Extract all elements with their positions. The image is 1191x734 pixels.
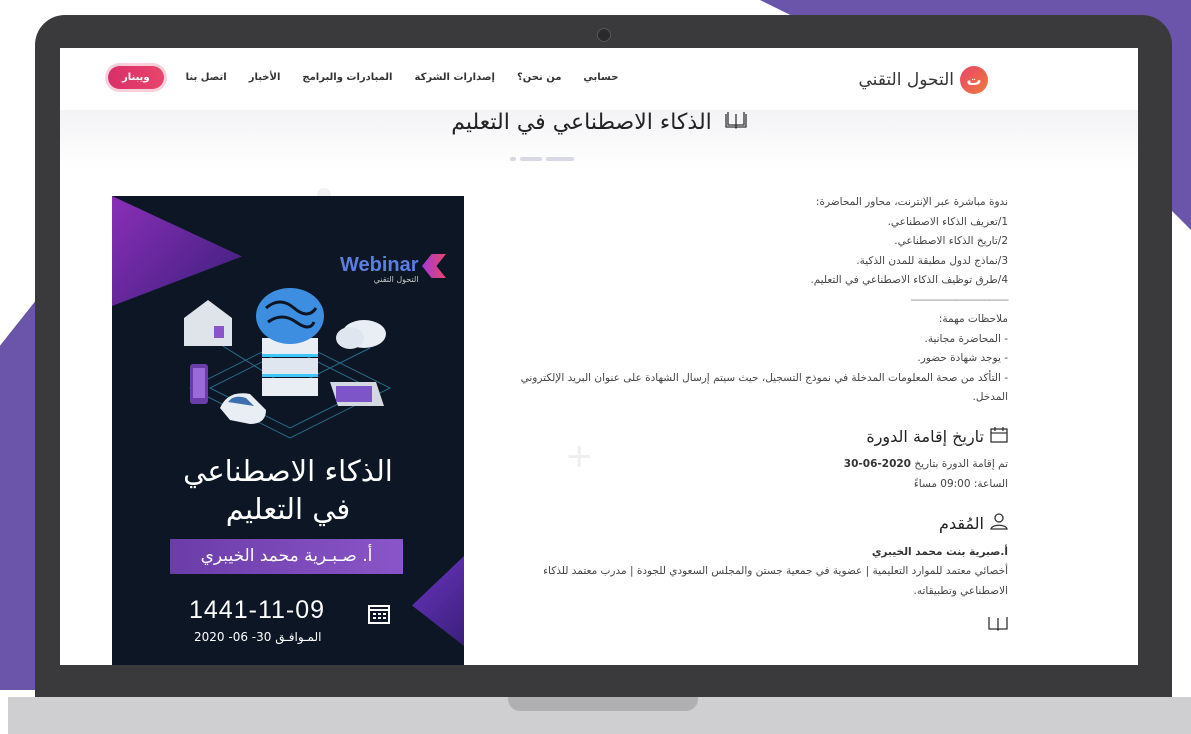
nav-link-publications[interactable]: إصدارات الشركة <box>415 72 495 83</box>
site-logo[interactable]: ت التحول التقني <box>859 66 988 94</box>
notes-item: - التأكد من صحة المعلومات المدخلة في نمو… <box>520 371 1008 404</box>
browser-screen: ويبنار اتصل بنا الأخبار المبادرات والبرا… <box>60 48 1138 665</box>
divider-dashes: ----------------------------------- <box>910 293 1009 306</box>
schedule-date-value: 2020-06-30 <box>843 458 911 470</box>
user-icon <box>990 512 1008 535</box>
notes-item: - يوجد شهادة حضور. <box>917 352 1008 364</box>
title-underline <box>510 157 574 161</box>
schedule-date-prefix: تم إقامة الدورة بتاريخ <box>914 458 1008 470</box>
logo-mark-icon: ت <box>960 66 988 94</box>
poster-hijri-date: 1441-11-09 <box>189 596 326 624</box>
book-icon <box>725 110 747 134</box>
calendar-icon <box>368 604 390 628</box>
presenter-bio: أخصائي معتمد للموارد التعليمية | عضوية ف… <box>543 565 1008 597</box>
webinar-arrow-icon <box>422 254 446 278</box>
description-line: 2/تاريخ الذكاء الاصطناعي. <box>894 235 1008 247</box>
nav-link-initiatives[interactable]: المبادرات والبرامج <box>302 72 392 83</box>
poster-triangle-decor <box>412 556 464 646</box>
book-icon <box>500 615 1008 636</box>
description-line: ندوة مباشرة عبر الإنترنت، محاور المحاضرة… <box>815 196 1008 208</box>
notes-item: - المحاضرة مجانية. <box>924 332 1009 345</box>
page-title: الذكاء الاصطناعي في التعليم <box>60 110 1138 135</box>
presenter-name: أ.صبرية بنت محمد الخيبري <box>871 545 1008 558</box>
nav-link-news[interactable]: الأخبار <box>249 72 281 83</box>
laptop-base-notch <box>508 697 698 711</box>
webinar-badge-word: Webinar <box>340 254 419 276</box>
description-line: 1/تعريف الذكاء الاصطناعي. <box>887 215 1008 228</box>
poster-title-line2: في التعليم <box>225 492 351 526</box>
poster-presenter: أ. صـبـرية محمد الخيبري <box>170 539 403 574</box>
ai-education-illustration <box>184 288 392 439</box>
poster-title-line1: الذكاء الاصطناعي <box>183 454 393 488</box>
nav-link-contact[interactable]: اتصل بنا <box>186 72 227 83</box>
schedule-time: الساعة: 09:00 مساءً <box>913 477 1008 490</box>
presenter-heading: المُقدم <box>500 512 1008 535</box>
webinar-poster: Webinar التحول التقني الذكاء الاصطناعي ف… <box>112 196 464 665</box>
nav-link-account[interactable]: حسابي <box>583 72 618 83</box>
webinar-details: ندوة مباشرة عبر الإنترنت، محاور المحاضرة… <box>500 193 1009 636</box>
calendar-icon <box>990 426 1008 448</box>
poster-title: الذكاء الاصطناعي في التعليم <box>112 452 464 528</box>
description-line: 3/نماذج لدول مطبقة للمدن الذكية. <box>856 254 1008 267</box>
poster-gregorian-date: المـوافـق 30- 06- 2020 <box>194 630 322 644</box>
laptop-camera <box>597 28 611 42</box>
page-title-text: الذكاء الاصطناعي في التعليم <box>451 110 712 135</box>
navbar: ويبنار اتصل بنا الأخبار المبادرات والبرا… <box>60 48 1138 110</box>
nav-links: ويبنار اتصل بنا الأخبار المبادرات والبرا… <box>108 66 618 89</box>
description-line: 4/طرق توظيف الذكاء الاصطناعي في التعليم. <box>810 274 1008 286</box>
schedule-heading-text: تاريخ إقامة الدورة <box>866 426 984 446</box>
notes-heading: ملاحظات مهمة: <box>938 313 1008 325</box>
logo-text: التحول التقني <box>858 70 954 90</box>
schedule-date-line: تم إقامة الدورة بتاريخ 2020-06-30 <box>500 455 1008 475</box>
presenter-heading-text: المُقدم <box>939 513 984 533</box>
schedule-heading: تاريخ إقامة الدورة <box>500 426 1008 448</box>
nav-webinar-button[interactable]: ويبنار <box>108 66 164 89</box>
nav-link-about[interactable]: من نحن؟ <box>517 72 561 83</box>
